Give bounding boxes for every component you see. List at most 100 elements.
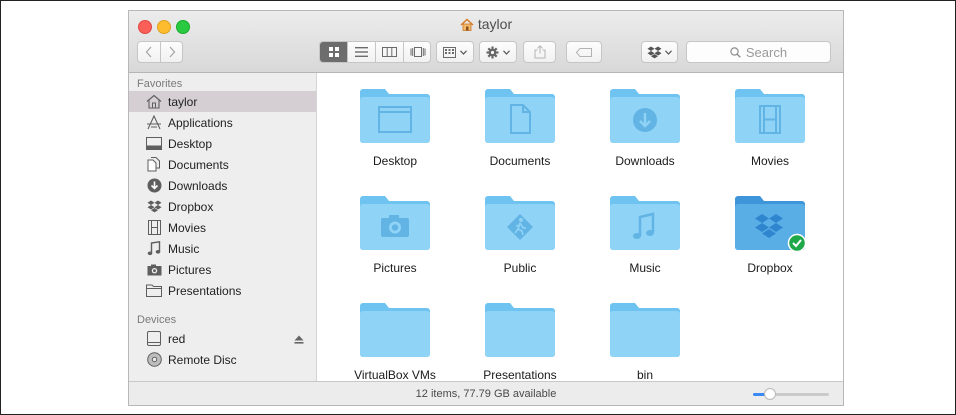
item-label: VirtualBox VMs [354,368,436,382]
tags-button[interactable] [566,41,602,63]
view-mode-control [319,41,431,63]
item-dropbox[interactable]: Dropbox [710,192,830,275]
sidebar-item-movies[interactable]: Movies [129,217,316,238]
dropbox-folder-icon [735,196,807,252]
item-music[interactable]: Music [585,192,705,275]
chevron-down-icon [503,49,510,55]
item-label: Presentations [483,368,557,382]
folder-icon [146,283,162,299]
item-pictures[interactable]: Pictures [335,192,455,275]
window-title: taylor [129,16,843,32]
pictures-icon [146,262,162,278]
devices-heading: Devices [137,314,177,326]
folder-icon [485,303,555,357]
folder-content: Desktop Documents Downloads Movies Pictu… [317,73,843,382]
share-button[interactable] [523,41,556,63]
public-folder-icon [485,196,555,250]
sidebar-item-label: red [168,331,186,346]
search-placeholder: Search [745,44,788,60]
cover-flow-view-button[interactable] [404,42,431,62]
chevron-down-icon [460,49,467,55]
desktop-folder-icon [360,89,430,143]
dropbox-icon [647,46,662,58]
sidebar-item-applications[interactable]: Applications [129,112,316,133]
icon-size-slider[interactable] [753,388,829,400]
sidebar-item-red[interactable]: red [129,328,316,349]
item-desktop[interactable]: Desktop [335,85,455,168]
chevron-right-icon [169,46,176,58]
forward-button[interactable] [161,42,183,62]
desktop-icon [146,136,162,152]
list-icon [355,47,368,57]
sidebar-item-downloads[interactable]: Downloads [129,175,316,196]
column-view-button[interactable] [376,42,404,62]
sidebar-item-pictures[interactable]: Pictures [129,259,316,280]
sidebar-item-documents[interactable]: Documents [129,154,316,175]
sidebar-item-label: Remote Disc [168,352,237,367]
sidebar-item-label: Movies [168,220,207,235]
sidebar-item-dropbox[interactable]: Dropbox [129,196,316,217]
share-icon [534,45,545,59]
item-virtualbox-vms[interactable]: VirtualBox VMs [335,299,455,382]
action-button[interactable] [479,41,517,63]
sidebar-item-desktop[interactable]: Desktop [129,133,316,154]
arrange-button[interactable] [436,41,474,63]
back-button[interactable] [138,42,161,62]
search-icon [730,46,741,58]
grid-icon [328,47,339,57]
chevron-left-icon [145,46,152,58]
search-field[interactable]: Search [686,41,831,63]
sidebar-item-label: Applications [168,115,233,130]
dropbox-toolbar-button[interactable] [641,41,678,63]
titlebar: taylor Search [129,11,843,73]
gear-icon [486,46,499,58]
item-label: Music [629,261,661,275]
sidebar-item-remote-disc[interactable]: Remote Disc [129,349,316,370]
status-text: 12 items, 77.79 GB available [415,388,557,400]
documents-icon [146,157,162,173]
item-bin[interactable]: bin [585,299,705,382]
item-documents[interactable]: Documents [460,85,580,168]
item-presentations[interactable]: Presentations [460,299,580,382]
item-label: Public [503,261,537,275]
eject-icon[interactable] [294,333,304,347]
sidebar-item-label: Pictures [168,262,212,277]
arrange-icon [443,46,456,58]
item-label: bin [636,368,653,382]
icon-view-button[interactable] [320,42,348,62]
dropbox-icon [146,199,162,215]
tag-icon [576,47,592,57]
sidebar-item-label: Downloads [168,178,228,193]
cover-flow-icon [410,47,425,57]
item-label: Pictures [373,261,417,275]
folder-icon [610,303,680,357]
sidebar-item-label: taylor [168,94,198,109]
columns-icon [382,47,397,57]
movies-icon [146,220,162,236]
item-label: Movies [750,154,789,168]
back-forward-control [137,41,183,63]
sidebar-item-taylor[interactable]: taylor [129,91,316,112]
item-label: Documents [489,154,551,168]
documents-folder-icon [485,89,555,143]
applications-icon [146,115,162,131]
item-public[interactable]: Public [460,192,580,275]
home-icon [146,94,162,110]
icon-size-slider-knob[interactable] [763,388,776,400]
sidebar-item-music[interactable]: Music [129,238,316,259]
item-label: Desktop [372,154,418,168]
item-label: Downloads [615,154,675,168]
item-movies[interactable]: Movies [710,85,830,168]
downloads-icon [146,178,162,194]
downloads-folder-icon [610,89,680,143]
sidebar-item-label: Desktop [168,136,213,151]
finder-window: taylor Search Favorites taylor Applicati… [128,10,844,406]
disc-icon [146,352,162,368]
movies-folder-icon [735,89,805,143]
sidebar-item-presentations[interactable]: Presentations [129,280,316,301]
window-title-text: taylor [477,16,513,32]
sidebar-item-label: Dropbox [168,199,214,214]
status-bar: 12 items, 77.79 GB available [129,381,843,405]
list-view-button[interactable] [348,42,376,62]
item-downloads[interactable]: Downloads [585,85,705,168]
